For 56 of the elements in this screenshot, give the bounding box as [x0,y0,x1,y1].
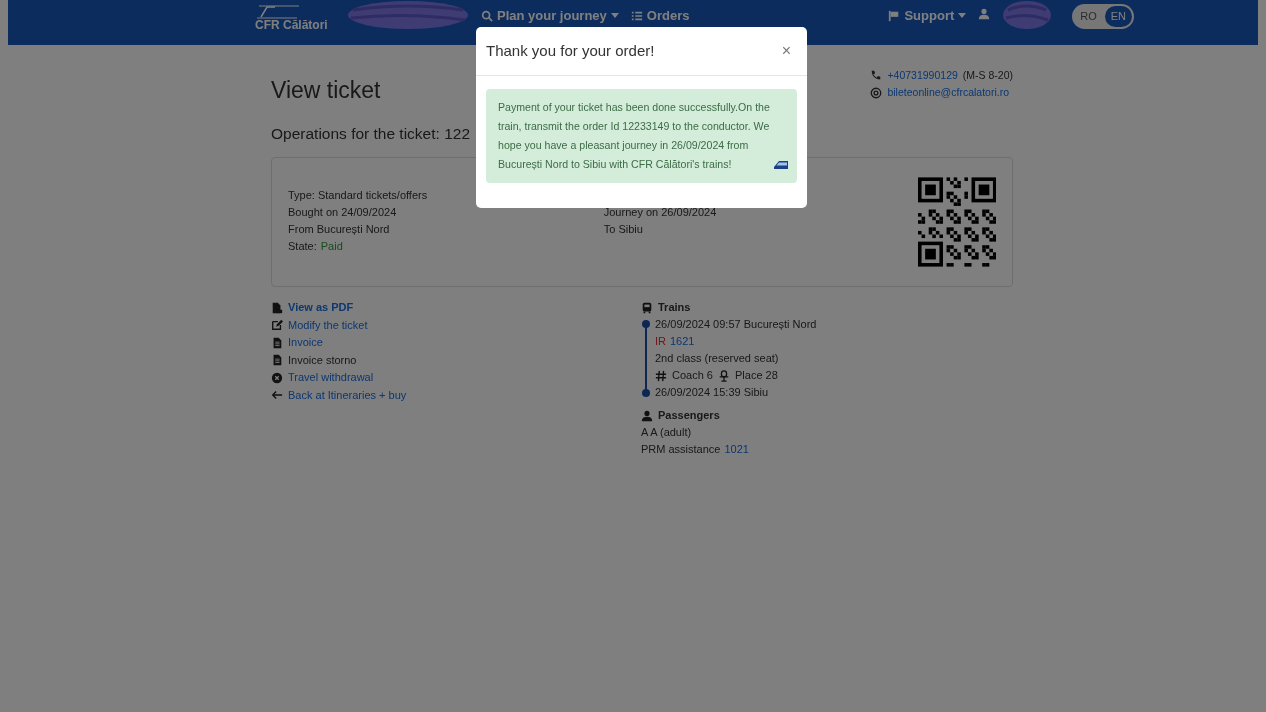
pdf-file-icon [271,301,283,314]
logo-text: CFR Călători [255,19,329,31]
edit-icon [271,319,283,332]
action-link[interactable]: Travel withdrawal [288,369,374,387]
ticket-detail: To Sibiu [603,222,644,238]
hours-text: (M-S 8-20) [962,68,1013,83]
list-icon [630,9,643,22]
page-title: View ticket [271,77,381,105]
person-icon [641,409,653,422]
coach-text: Coach 6 [672,368,713,384]
document-icon [271,336,283,349]
ticket-detail: Type: Standard tickets/offers [288,188,429,204]
language-toggle[interactable]: RO [1074,6,1103,27]
flag-icon [888,9,901,22]
train-number-link[interactable]: 1621 [670,333,695,351]
arrival-text: 26/09/2024 15:39 Sibiu [655,385,770,401]
train-icon [773,159,789,170]
action-text: Invoice storno [288,352,357,368]
prm-label: PRM assistance [641,442,721,458]
language-toggle[interactable]: EN [1104,6,1133,27]
phone-link[interactable]: +40731990129 [887,67,958,84]
section-title: Passengers [658,408,720,424]
modal-title: Thank you for your order! [486,42,655,60]
cancel-icon [271,371,283,384]
document-icon [271,354,283,367]
action-link[interactable]: Modify the ticket [288,316,368,335]
ticket-detail: From București Nord [288,222,391,238]
hash-icon [655,369,667,382]
action-link[interactable]: Invoice [288,334,323,352]
close-button[interactable]: × [775,39,797,63]
email-link[interactable]: bileteonline@cfrcalatori.ro [887,84,1009,101]
ticket-detail: Journey on 26/09/2024 [603,205,718,221]
search-icon [481,9,493,22]
logo-icon [255,5,301,19]
operations-heading: Operations for the ticket: 122 [271,124,471,144]
redaction-scribble [1002,0,1053,30]
seat-icon [718,369,730,382]
nav-link[interactable]: Support [888,0,967,26]
person-icon [978,8,991,20]
back-arrow-icon [271,389,283,402]
state-value: Paid [320,239,343,255]
phone-icon [870,69,883,82]
ticket-detail: Bought on 24/09/2024 [288,205,398,221]
state-label: State: [288,239,317,255]
action-link[interactable]: Back at Itineraries + buy [288,386,407,405]
nav-link[interactable]: Orders [630,0,690,26]
passenger-text: A A (adult) [641,425,693,441]
train-icon [641,301,653,314]
action-link[interactable]: View as PDF [288,299,354,317]
place-text: Place 28 [735,368,778,384]
train-category: IR [655,334,666,350]
prm-link[interactable]: 1021 [724,441,749,459]
class-text: 2nd class (reserved seat) [655,351,780,367]
departure-text: 26/09/2024 09:57 București Nord [655,317,817,333]
alert-message: Payment of your ticket has been done successfully.On the train, transmit the order Id 12233149 to the conductor. We hope you have a pleasant journey in 26/09/2024 from București Nord to Sibiu with CFR Călători's trains! [498,100,770,172]
section-title: Trains [658,300,691,316]
